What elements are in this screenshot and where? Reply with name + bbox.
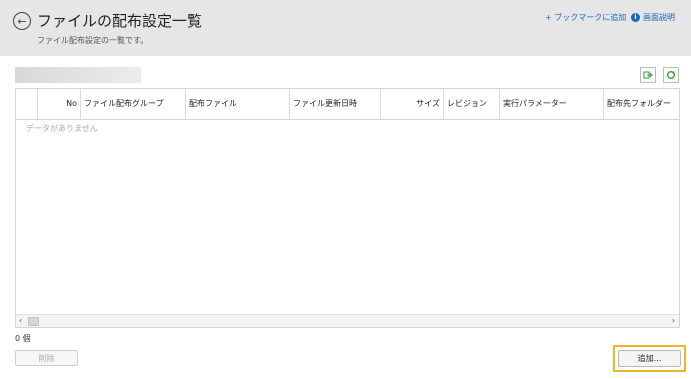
delete-button[interactable]: 削除: [15, 350, 78, 366]
help-link-label: 画面説明: [643, 13, 675, 22]
column-execution-parameters[interactable]: 実行パラメーター: [499, 89, 603, 119]
table-header: No ファイル配布グループ 配布ファイル ファイル更新日時 サイズ レビジョン …: [16, 89, 679, 120]
add-bookmark-link[interactable]: + ブックマークに追加: [545, 12, 626, 23]
row-selector-header[interactable]: [16, 89, 37, 119]
refresh-icon: [667, 71, 675, 79]
export-icon: [643, 71, 653, 79]
page-subtitle: ファイル配布設定の一覧です。: [37, 36, 149, 45]
arrow-left-circle-icon[interactable]: ←: [13, 12, 31, 30]
empty-message: データがありません: [26, 124, 98, 133]
column-file-updated-at[interactable]: ファイル更新日時: [289, 89, 380, 119]
column-distribution-file[interactable]: 配布ファイル: [185, 89, 289, 119]
horizontal-scrollbar[interactable]: ‹ ›: [16, 314, 679, 327]
column-size[interactable]: サイズ: [380, 89, 443, 119]
column-destination-folder[interactable]: 配布先フォルダー: [603, 89, 679, 119]
column-distribution-group[interactable]: ファイル配布グループ: [80, 89, 185, 119]
column-revision[interactable]: レビジョン: [443, 89, 499, 119]
scroll-right-icon[interactable]: ›: [672, 315, 675, 327]
item-count: 0 個: [15, 334, 31, 343]
scroll-left-icon[interactable]: ‹: [19, 315, 22, 327]
page-header: ← ファイルの配布設定一覧 ファイル配布設定の一覧です。 + ブックマークに追加…: [0, 0, 691, 56]
add-button[interactable]: 追加...: [618, 350, 681, 367]
scrollbar-thumb[interactable]: [28, 317, 39, 326]
distribution-settings-table: No ファイル配布グループ 配布ファイル ファイル更新日時 サイズ レビジョン …: [15, 88, 680, 328]
refresh-button[interactable]: [663, 67, 679, 83]
page-title: ファイルの配布設定一覧: [37, 12, 203, 30]
export-button[interactable]: [640, 67, 656, 83]
info-icon: i: [631, 13, 640, 22]
help-link[interactable]: i 画面説明: [631, 12, 675, 23]
add-button-highlight: 追加...: [613, 345, 686, 372]
filter-bar[interactable]: [15, 67, 141, 83]
column-no[interactable]: No: [37, 89, 80, 119]
